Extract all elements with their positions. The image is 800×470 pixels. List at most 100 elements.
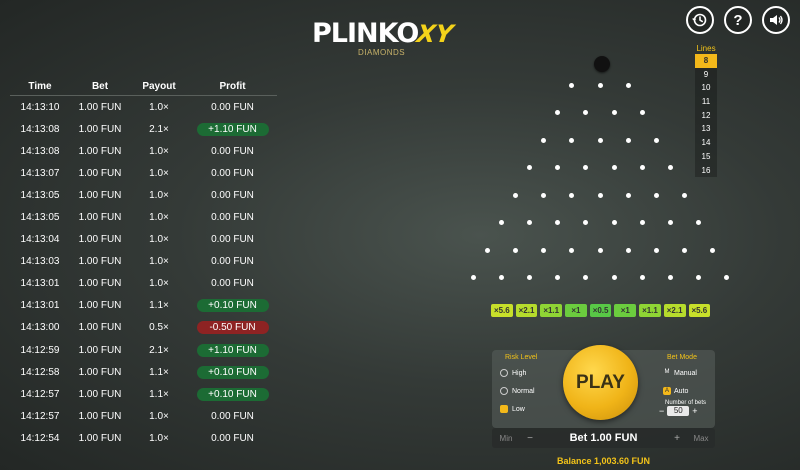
peg <box>541 137 547 143</box>
peg <box>555 275 561 280</box>
cell-bet: 1.00 FUN <box>78 123 122 135</box>
risk-option-normal[interactable]: Normal <box>500 387 535 395</box>
bet-minus-button[interactable]: − <box>520 433 540 444</box>
multiplier-slot: ×2.1 <box>663 304 686 317</box>
bet-mode-title: Bet Mode <box>667 354 697 361</box>
cell-profit: +1.10 FUN <box>188 343 277 357</box>
bet-mode-manual[interactable]: M Manual <box>663 369 697 377</box>
peg <box>611 275 617 280</box>
peg <box>569 82 575 88</box>
cell-profit: 0.00 FUN <box>188 211 277 224</box>
cell-time: 14:13:04 <box>20 234 60 246</box>
cell-time: 14:12:57 <box>20 410 60 422</box>
lines-option-14[interactable]: 14 <box>695 136 717 150</box>
lines-option-10[interactable]: 10 <box>695 81 717 96</box>
history-icon[interactable] <box>686 6 714 34</box>
table-body: 14:13:10 1.00 FUN 1.0× 0.00 FUN 14:13:08 1.00… <box>10 96 277 450</box>
cell-payout: 1.0× <box>149 189 169 201</box>
cell-time: 14:12:54 <box>20 432 60 444</box>
risk-option-high[interactable]: High <box>500 369 526 377</box>
cell-time: 14:13:01 <box>20 300 60 312</box>
cell-bet: 1.00 FUN <box>78 256 122 268</box>
peg <box>668 165 673 170</box>
peg <box>583 165 589 170</box>
multiplier-slot: ×2.1 <box>515 304 538 317</box>
sound-icon[interactable] <box>762 6 790 34</box>
table-header: Time Bet Payout Profit <box>10 78 277 96</box>
cell-bet: 1.00 FUN <box>78 366 122 378</box>
peg <box>668 275 673 280</box>
bet-mode-auto[interactable]: A Auto <box>663 387 688 395</box>
cell-time: 14:13:03 <box>20 256 60 268</box>
bet-min-button[interactable]: Min <box>492 434 520 443</box>
peg <box>611 110 617 115</box>
peg <box>639 110 645 115</box>
cell-payout: 1.0× <box>149 234 169 246</box>
cell-profit: +0.10 FUN <box>188 365 277 379</box>
cell-bet: 1.00 FUN <box>78 167 122 179</box>
cell-profit: +0.10 FUN <box>188 387 277 401</box>
nob-minus-button[interactable]: − <box>659 406 664 416</box>
cell-time: 14:12:58 <box>20 366 60 378</box>
profit-pill: 0.00 FUN <box>211 167 254 179</box>
lines-option-11[interactable]: 11 <box>695 95 717 109</box>
cell-bet: 1.00 FUN <box>78 322 122 334</box>
lines-option-16[interactable]: 16 <box>695 163 717 178</box>
lines-option-15[interactable]: 15 <box>695 149 717 164</box>
profit-pill: 0.00 FUN <box>211 145 254 157</box>
cell-profit: 0.00 FUN <box>188 410 277 423</box>
peg <box>597 192 603 198</box>
balance: Balance 1,003.60 FUN <box>556 456 651 466</box>
multiplier-slot: ×5.6 <box>491 304 513 317</box>
multiplier-slot: ×5.6 <box>688 304 711 317</box>
lines-option-8[interactable]: 8 <box>695 54 717 68</box>
help-icon[interactable]: ? <box>724 6 752 34</box>
radio-icon <box>500 369 508 377</box>
peg <box>555 165 561 170</box>
cell-payout: 0.5× <box>149 322 169 334</box>
lines-option-13[interactable]: 13 <box>695 122 717 137</box>
table-row: 14:13:05 1.00 FUN 1.0× 0.00 FUN <box>10 184 277 206</box>
play-button[interactable]: PLAY <box>563 345 638 420</box>
cell-payout: 1.0× <box>149 101 169 113</box>
peg <box>625 192 631 198</box>
peg <box>639 165 645 170</box>
cell-bet: 1.00 FUN <box>78 388 122 400</box>
cell-profit: 0.00 FUN <box>188 145 277 158</box>
auto-key: A <box>663 387 671 395</box>
column-payout: Payout <box>142 81 176 92</box>
peg <box>541 192 547 198</box>
bet-plus-button[interactable]: + <box>667 433 687 444</box>
peg <box>541 247 547 253</box>
nob-value[interactable]: 50 <box>667 406 690 416</box>
multiplier-slot: ×1 <box>565 304 587 317</box>
cell-profit: 0.00 FUN <box>188 255 277 268</box>
logo-text: PLINKO <box>312 18 419 49</box>
peg <box>724 275 730 280</box>
peg <box>653 137 659 143</box>
bet-max-button[interactable]: Max <box>687 434 715 443</box>
peg <box>583 275 589 280</box>
peg <box>555 220 561 225</box>
nob-plus-button[interactable]: + <box>692 406 697 416</box>
peg <box>512 192 518 198</box>
cell-payout: 1.0× <box>149 212 169 224</box>
risk-option-low[interactable]: Low <box>500 405 525 413</box>
lines-selector: Lines 8 9 10 11 12 13 14 15 16 <box>695 44 717 178</box>
lines-option-9[interactable]: 9 <box>695 67 717 82</box>
cell-profit: +1.10 FUN <box>188 122 277 136</box>
profit-pill: 0.00 FUN <box>211 234 254 246</box>
peg <box>527 165 532 170</box>
profit-pill: 0.00 FUN <box>211 101 254 113</box>
bet-value: Bet 1.00 FUN <box>569 432 638 444</box>
table-row: 14:13:05 1.00 FUN 1.0× 0.00 FUN <box>10 206 277 228</box>
peg <box>597 247 603 253</box>
lines-option-12[interactable]: 12 <box>695 108 717 123</box>
cell-payout: 1.0× <box>149 410 169 422</box>
peg <box>512 247 518 253</box>
cell-payout: 1.1× <box>149 300 169 312</box>
plinko-ball <box>594 56 610 72</box>
cell-payout: 1.0× <box>149 432 169 444</box>
lines-title: Lines <box>696 44 716 53</box>
table-row: 14:12:59 1.00 FUN 2.1× +1.10 FUN <box>10 339 277 361</box>
